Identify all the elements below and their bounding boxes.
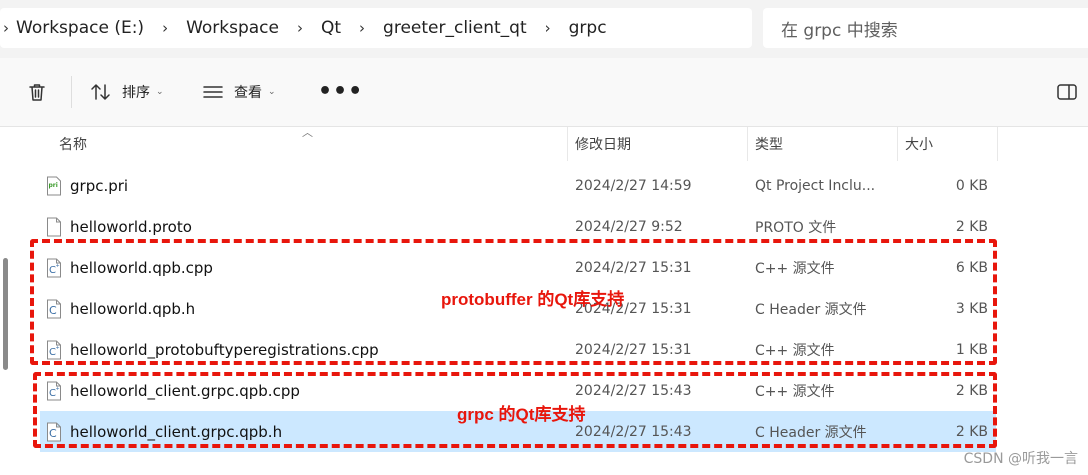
more-dots-icon: •••	[318, 79, 364, 104]
file-name-cell[interactable]: C + helloworld_protobuftyperegistrations.c…	[46, 329, 566, 370]
search-input[interactable]: 在 grpc 中搜索	[763, 16, 898, 41]
annotation-label-grpc: grpc 的Qt库支持	[457, 405, 586, 424]
cpp-file-icon: C +	[46, 340, 62, 360]
view-button[interactable]: 查看 ⌄	[202, 58, 276, 126]
file-type: C Header 源文件	[755, 424, 867, 441]
file-type: C++ 源文件	[755, 260, 835, 277]
pri-file-icon: pri	[46, 176, 62, 196]
sort-button[interactable]: 排序 ⌄	[90, 58, 164, 126]
file-date: 2024/2/27 14:59	[575, 177, 692, 194]
column-header-row: 名称 修改日期 类型 大小	[0, 127, 1088, 161]
column-header-date[interactable]: 修改日期	[575, 127, 631, 161]
svg-text:C: C	[49, 427, 57, 440]
column-divider[interactable]	[567, 127, 568, 161]
file-type: Qt Project Inclu...	[755, 177, 876, 194]
file-name-cell[interactable]: pri grpc.pri	[46, 165, 566, 206]
file-size: 2 KB	[955, 423, 988, 440]
file-date: 2024/2/27 15:31	[575, 341, 692, 358]
delete-button[interactable]	[26, 58, 48, 126]
column-divider[interactable]	[747, 127, 748, 161]
column-divider[interactable]	[897, 127, 898, 161]
file-name-cell[interactable]: helloworld.proto	[46, 206, 566, 247]
search-box[interactable]: 在 grpc 中搜索	[763, 8, 1088, 48]
file-row[interactable]: C + helloworld.qpb.cpp 2024/2/27 15:31 C++ 源…	[40, 247, 996, 288]
file-size: 6 KB	[955, 259, 988, 276]
file-date: 2024/2/27 15:43	[575, 382, 692, 399]
file-name: helloworld_client.grpc.qpb.cpp	[70, 381, 300, 400]
more-options-button[interactable]: •••	[318, 58, 363, 126]
column-header-name[interactable]: 名称	[59, 127, 87, 161]
file-type: C++ 源文件	[755, 383, 835, 400]
trash-icon	[29, 84, 45, 101]
details-pane-button[interactable]	[1056, 58, 1078, 126]
view-lines-icon	[203, 86, 223, 98]
blank-file-icon	[46, 217, 62, 237]
svg-text:+: +	[56, 345, 60, 351]
breadcrumb-chevron-icon[interactable]: ›	[283, 19, 317, 37]
file-type: PROTO 文件	[755, 219, 837, 236]
breadcrumb-chevron-icon[interactable]: ›	[0, 19, 12, 37]
file-row[interactable]: helloworld.proto 2024/2/27 9:52 PROTO 文件 2 …	[40, 206, 996, 247]
file-date: 2024/2/27 15:31	[575, 259, 692, 276]
svg-text:C: C	[49, 304, 57, 317]
sort-label: 排序	[122, 85, 150, 101]
header-file-icon: C	[46, 422, 62, 442]
file-type: C Header 源文件	[755, 301, 867, 318]
cpp-file-icon: C +	[46, 381, 62, 401]
breadcrumb-item-drive[interactable]: Workspace (E:)	[12, 18, 148, 38]
file-name-cell[interactable]: C + helloworld.qpb.cpp	[46, 247, 566, 288]
file-name: helloworld_client.grpc.qpb.h	[70, 422, 283, 441]
file-name: grpc.pri	[70, 176, 129, 195]
details-pane-icon	[1057, 84, 1077, 100]
file-type: C++ 源文件	[755, 342, 835, 359]
address-bar-row: › Workspace (E:) › Workspace › Qt › gree…	[0, 0, 1088, 58]
sort-arrows-icon	[91, 84, 110, 100]
breadcrumb-chevron-icon[interactable]: ›	[345, 19, 379, 37]
column-divider[interactable]	[997, 127, 998, 161]
column-header-size[interactable]: 大小	[905, 127, 933, 161]
breadcrumb-item-qt[interactable]: Qt	[317, 18, 345, 38]
file-name: helloworld_protobuftyperegistrations.cpp	[70, 340, 379, 359]
breadcrumb-chevron-icon[interactable]: ›	[531, 19, 565, 37]
file-row[interactable]: pri grpc.pri 2024/2/27 14:59 Qt Project Inc…	[40, 165, 996, 206]
toolbar-divider	[71, 76, 72, 108]
file-name: helloworld.proto	[70, 217, 192, 236]
breadcrumb-item-greeter-client-qt[interactable]: greeter_client_qt	[379, 18, 531, 38]
file-size: 3 KB	[955, 300, 988, 317]
file-name: helloworld.qpb.h	[70, 299, 196, 318]
file-name: helloworld.qpb.cpp	[70, 258, 213, 277]
chevron-down-icon: ⌄	[156, 87, 164, 97]
file-size: 2 KB	[955, 218, 988, 235]
vertical-scrollbar[interactable]	[3, 258, 8, 370]
command-bar: 排序 ⌄ 查看 ⌄ •••	[0, 58, 1088, 127]
chevron-down-icon: ⌄	[268, 87, 276, 97]
cpp-file-icon: C +	[46, 258, 62, 278]
file-date: 2024/2/27 15:43	[575, 423, 692, 440]
column-header-type[interactable]: 类型	[755, 127, 783, 161]
breadcrumb-item-workspace[interactable]: Workspace	[182, 18, 283, 38]
view-label: 查看	[234, 85, 262, 101]
file-row[interactable]: C + helloworld_protobuftyperegistrations.c…	[40, 329, 996, 370]
file-size: 2 KB	[955, 382, 988, 399]
annotation-label-protobuf: protobuffer 的Qt库支持	[441, 290, 625, 309]
breadcrumb[interactable]: › Workspace (E:) › Workspace › Qt › gree…	[0, 8, 752, 48]
file-size: 0 KB	[955, 177, 988, 194]
breadcrumb-item-grpc[interactable]: grpc	[565, 18, 611, 38]
header-file-icon: C	[46, 299, 62, 319]
file-size: 1 KB	[955, 341, 988, 358]
breadcrumb-chevron-icon[interactable]: ›	[148, 19, 182, 37]
file-date: 2024/2/27 9:52	[575, 218, 683, 235]
svg-text:pri: pri	[49, 182, 58, 189]
svg-text:+: +	[56, 263, 60, 269]
watermark: CSDN @听我一言	[963, 451, 1078, 467]
svg-text:+: +	[56, 386, 60, 392]
